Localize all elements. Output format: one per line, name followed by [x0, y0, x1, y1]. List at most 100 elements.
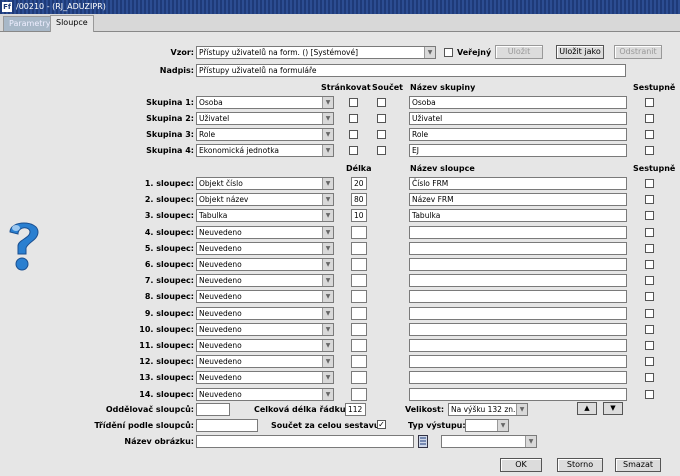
odstranit-button[interactable]: Odstranit — [614, 45, 662, 59]
strankovat-checkbox[interactable] — [349, 114, 358, 123]
tab-sloupce[interactable]: Sloupce — [50, 15, 94, 32]
column-length-input[interactable] — [351, 339, 367, 352]
column-field-select[interactable]: Neuvedeno ▼ — [196, 225, 334, 239]
column-name-input[interactable] — [409, 322, 627, 336]
column-sestupne-checkbox[interactable] — [645, 341, 654, 350]
column-sestupne-checkbox[interactable] — [645, 308, 654, 318]
column-field-select[interactable]: Neuvedeno ▼ — [196, 387, 334, 401]
column-field-select[interactable]: Neuvedeno ▼ — [196, 371, 334, 385]
column-name-input[interactable] — [409, 339, 627, 352]
strankovat-checkbox[interactable] — [349, 146, 358, 155]
column-name-input[interactable] — [409, 355, 627, 369]
column-sestupne-checkbox[interactable] — [645, 276, 654, 286]
column-length-input[interactable] — [351, 371, 367, 385]
list-picker-icon[interactable] — [418, 435, 428, 448]
column-name-input[interactable] — [409, 225, 627, 239]
column-sestupne-checkbox[interactable] — [645, 324, 654, 334]
column-sestupne-checkbox[interactable] — [645, 373, 654, 383]
column-field-select[interactable]: Neuvedeno ▼ — [196, 306, 334, 320]
chevron-down-icon: ▼ — [424, 47, 435, 58]
column-name-input[interactable] — [409, 290, 627, 304]
group-name-input[interactable]: Osoba — [409, 96, 627, 109]
column-name-input[interactable] — [409, 306, 627, 320]
column-sestupne-checkbox[interactable] — [645, 195, 654, 205]
column-field-select[interactable]: Tabulka ▼ — [196, 209, 334, 223]
oddelovac-input[interactable] — [196, 403, 230, 416]
column-field-select[interactable]: Objekt číslo ▼ — [196, 177, 334, 190]
column-name-input[interactable]: Tabulka — [409, 209, 627, 223]
column-length-input[interactable] — [351, 258, 367, 271]
column-name-input[interactable] — [409, 258, 627, 271]
column-field-select[interactable]: Neuvedeno ▼ — [196, 274, 334, 288]
group-field-select[interactable]: Role ▼ — [196, 128, 334, 141]
soucet-sestavy-checkbox[interactable]: ✓ — [377, 420, 386, 429]
column-sestupne-checkbox[interactable] — [645, 357, 654, 367]
group-sestupne-checkbox[interactable] — [645, 146, 654, 155]
column-sestupne-checkbox[interactable] — [645, 211, 654, 221]
soucet-checkbox[interactable] — [377, 98, 386, 107]
verejny-checkbox[interactable] — [444, 48, 453, 57]
move-up-button[interactable]: ▲ — [577, 402, 597, 415]
celkova-delka-label: Celková délka řádku: — [254, 405, 349, 414]
soucet-checkbox[interactable] — [377, 114, 386, 123]
column-sestupne-checkbox[interactable] — [645, 389, 654, 399]
strankovat-checkbox[interactable] — [349, 98, 358, 107]
storno-button[interactable]: Storno — [557, 458, 603, 472]
tab-parametry[interactable]: Parametry — [3, 16, 57, 31]
column-length-input[interactable]: 10 — [351, 209, 367, 223]
nadpis-input[interactable]: Přístupy uživatelů na formuláře — [196, 64, 626, 77]
ulozit-jako-button[interactable]: Uložit jako — [556, 45, 604, 59]
column-field-select[interactable]: Neuvedeno ▼ — [196, 241, 334, 255]
column-field-select[interactable]: Objekt název ▼ — [196, 193, 334, 207]
soucet-checkbox[interactable] — [377, 146, 386, 155]
group-name-input[interactable]: Role — [409, 128, 627, 141]
column-length-input[interactable] — [351, 225, 367, 239]
column-name-input[interactable] — [409, 387, 627, 401]
column-length-input[interactable] — [351, 322, 367, 336]
group-sestupne-checkbox[interactable] — [645, 130, 654, 139]
column-sestupne-checkbox[interactable] — [645, 260, 654, 269]
velikost-select[interactable]: Na výšku 132 zn. ▼ — [448, 403, 528, 416]
column-length-input[interactable]: 80 — [351, 193, 367, 207]
column-length-input[interactable] — [351, 355, 367, 369]
group-name-input[interactable]: Uživatel — [409, 112, 627, 125]
obrazek-select[interactable]: ▼ — [441, 435, 537, 448]
column-field-select[interactable]: Neuvedeno ▼ — [196, 355, 334, 369]
ulozit-button[interactable]: Uložit — [495, 45, 543, 59]
ok-button[interactable]: OK — [500, 458, 542, 472]
column-name-input[interactable]: Název FRM — [409, 193, 627, 207]
smazat-button[interactable]: Smazat — [615, 458, 661, 472]
soucet-checkbox[interactable] — [377, 130, 386, 139]
column-length-input[interactable] — [351, 290, 367, 304]
strankovat-checkbox[interactable] — [349, 130, 358, 139]
nazev-obrazku-input[interactable] — [196, 435, 414, 448]
group-field-select[interactable]: Uživatel ▼ — [196, 112, 334, 125]
column-sestupne-checkbox[interactable] — [645, 243, 654, 253]
column-length-input[interactable] — [351, 241, 367, 255]
column-sestupne-checkbox[interactable] — [645, 227, 654, 237]
column-length-input[interactable]: 20 — [351, 177, 367, 190]
column-name-input[interactable]: Číslo FRM — [409, 177, 627, 190]
column-length-input[interactable] — [351, 387, 367, 401]
trideni-input[interactable] — [196, 419, 258, 432]
group-sestupne-checkbox[interactable] — [645, 98, 654, 107]
help-question-icon[interactable] — [4, 214, 44, 274]
column-name-input[interactable] — [409, 241, 627, 255]
column-sestupne-checkbox[interactable] — [645, 292, 654, 302]
column-name-input[interactable] — [409, 371, 627, 385]
move-down-button[interactable]: ▼ — [603, 402, 623, 415]
typ-vystupu-select[interactable]: ▼ — [465, 419, 509, 432]
group-name-input[interactable]: EJ — [409, 144, 627, 157]
column-field-select[interactable]: Neuvedeno ▼ — [196, 258, 334, 271]
group-field-select[interactable]: Ekonomická jednotka ▼ — [196, 144, 334, 157]
group-sestupne-checkbox[interactable] — [645, 114, 654, 123]
column-field-select[interactable]: Neuvedeno ▼ — [196, 322, 334, 336]
column-length-input[interactable] — [351, 274, 367, 288]
column-length-input[interactable] — [351, 306, 367, 320]
column-name-input[interactable] — [409, 274, 627, 288]
group-field-select[interactable]: Osoba ▼ — [196, 96, 334, 109]
column-sestupne-checkbox[interactable] — [645, 179, 654, 188]
column-field-select[interactable]: Neuvedeno ▼ — [196, 290, 334, 304]
vzor-select[interactable]: Přístupy uživatelů na form. () [Systémov… — [196, 46, 436, 59]
column-field-select[interactable]: Neuvedeno ▼ — [196, 339, 334, 352]
